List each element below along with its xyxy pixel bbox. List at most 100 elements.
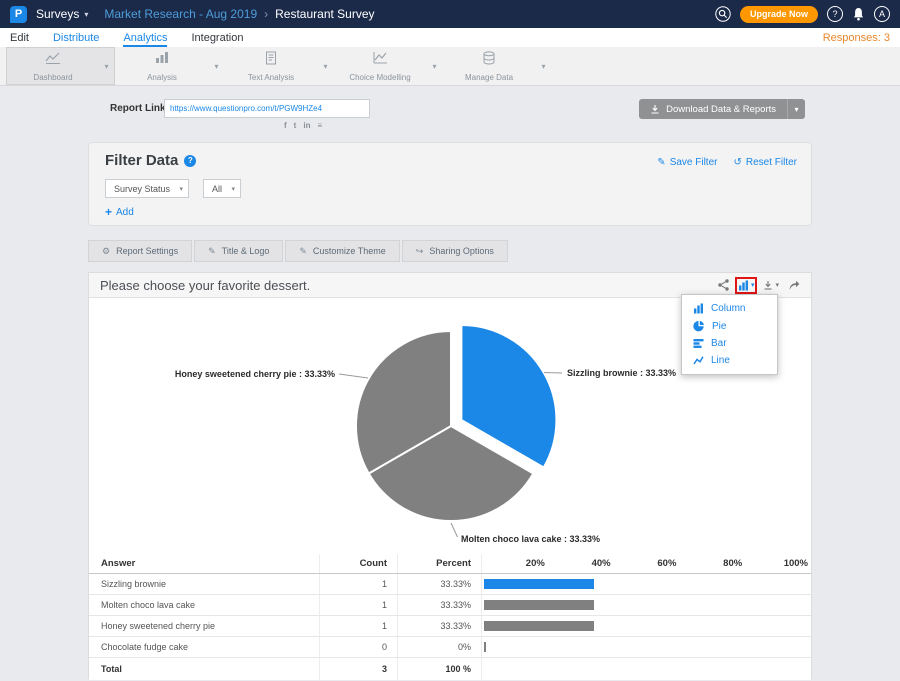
breadcrumb-project-link[interactable]: Market Research - Aug 2019 [104,7,257,21]
menu-item-line[interactable]: Line [682,352,777,369]
breadcrumb: Market Research - Aug 2019 › Restaurant … [104,7,374,21]
filter-title: Filter Data ? [105,152,196,169]
bell-icon[interactable] [852,7,865,21]
tab-sharing-options-label: Sharing Options [429,246,494,256]
manage-data-dropdown-icon[interactable]: ▾ [536,47,551,85]
pencil-icon: ✎ [299,246,307,257]
download-dropdown-icon[interactable]: ▾ [787,99,805,119]
table-row: Sizzling brownie 1 33.33% [89,574,811,595]
dashboard-label: Dashboard [33,73,72,82]
menu-item-column-label: Column [711,303,745,314]
linkedin-icon[interactable]: in [303,121,310,130]
tab-customize-theme[interactable]: ✎ Customize Theme [285,240,399,262]
table-total-row: Total 3 100 % [89,658,811,680]
results-table: Answer Count Percent 20% 40% 60% 80% 100… [89,554,811,680]
analysis-label: Analysis [147,73,177,82]
toolbar-choice-modelling[interactable]: Choice Modelling ▾ [333,47,442,85]
answer-cell: Chocolate fudge cake [89,637,319,657]
download-icon [650,104,660,115]
choice-modelling-icon [372,51,388,70]
app-screen: P Surveys ▾ Market Research - Aug 2019 ›… [0,0,900,681]
tab-title-logo[interactable]: ✎ Title & Logo [194,240,283,262]
leader-line [339,374,368,378]
survey-status-value: Survey Status [114,184,170,194]
forward-share-icon[interactable] [788,280,800,291]
menu-item-pie[interactable]: Pie [682,317,777,335]
header-percent: Percent [397,554,481,573]
share-alt-icon[interactable] [718,279,729,291]
percent-cell: 33.33% [397,616,481,636]
tab-title-logo-label: Title & Logo [222,246,270,256]
text-analysis-label: Text Analysis [248,73,294,82]
reset-filter-link[interactable]: ↺ Reset Filter [733,157,797,168]
nav-distribute[interactable]: Distribute [53,28,99,47]
filter-panel: Filter Data ? ✎ Save Filter ↺ Reset Filt… [88,142,812,226]
tab-report-settings[interactable]: ⚙ Report Settings [88,240,192,262]
nav-edit[interactable]: Edit [10,28,29,47]
survey-status-select[interactable]: Survey Status ▾ [105,179,189,198]
tab-report-settings-label: Report Settings [116,246,178,256]
toolbar-analysis[interactable]: Analysis ▾ [115,47,224,85]
count-cell: 1 [319,616,397,636]
chevron-down-icon: ▾ [775,281,779,289]
help-icon[interactable]: ? [827,6,843,22]
chevron-down-icon: ▾ [751,281,755,289]
chevron-down-icon: ▾ [84,10,88,19]
leader-line [451,523,458,537]
analysis-icon [154,51,170,70]
total-count: 3 [319,658,397,680]
toolbar-manage-data[interactable]: Manage Data ▾ [442,47,551,85]
total-label: Total [89,658,319,680]
count-cell: 1 [319,574,397,594]
nav-integration[interactable]: Integration [191,28,243,47]
answer-bar [484,642,486,652]
report-link-row: Report Link f t in ≡ Download Data & Rep… [88,97,812,137]
chart-type-button[interactable]: ▾ [738,280,755,291]
bar-chart-icon [738,280,749,291]
filter-value: All [212,184,222,194]
pencil-icon: ✎ [208,246,216,257]
menu-item-bar-label: Bar [711,338,727,349]
download-data-reports-button[interactable]: Download Data & Reports ▾ [639,99,805,119]
menu-item-column[interactable]: Column [682,300,777,317]
text-analysis-dropdown-icon[interactable]: ▾ [318,47,333,85]
save-filter-link[interactable]: ✎ Save Filter [657,157,717,168]
questionpro-logo[interactable]: P [10,6,27,23]
bar-scale: 20% 40% 60% 80% 100% [481,554,811,573]
report-link-label: Report Link [110,103,166,114]
upgrade-button[interactable]: Upgrade Now [740,6,818,23]
report-link-input[interactable] [164,99,370,118]
nav-analytics[interactable]: Analytics [123,28,167,47]
search-icon[interactable] [715,6,731,22]
analysis-dropdown-icon[interactable]: ▾ [209,47,224,85]
embed-icon[interactable]: ≡ [317,121,322,130]
user-avatar[interactable]: A [874,6,890,22]
answer-bar [484,621,594,631]
menu-item-line-label: Line [711,355,730,366]
toolbar-dashboard[interactable]: Dashboard ▾ [6,47,115,85]
answer-cell: Honey sweetened cherry pie [89,616,319,636]
answer-cell: Sizzling brownie [89,574,319,594]
filter-help-icon[interactable]: ? [184,155,196,167]
pie-label-honey-sweetened-cherry-pie: Honey sweetened cherry pie : 33.33% [175,369,335,379]
toolbar-text-analysis[interactable]: Text Analysis ▾ [224,47,333,85]
manage-data-label: Manage Data [465,73,513,82]
add-filter-label: Add [116,207,134,218]
count-cell: 1 [319,595,397,615]
manage-data-icon [482,51,496,70]
responses-count[interactable]: Responses: 3 [823,28,890,47]
analytics-toolbar: Dashboard ▾ Analysis ▾ Text Analysis ▾ C… [0,47,900,86]
twitter-icon[interactable]: t [294,121,297,130]
breadcrumb-survey: Restaurant Survey [275,7,374,21]
tab-sharing-options[interactable]: ↪ Sharing Options [402,240,508,262]
download-chart-button[interactable]: ▾ [763,280,779,291]
dashboard-dropdown-icon[interactable]: ▾ [99,48,114,84]
download-icon [763,280,773,291]
facebook-icon[interactable]: f [284,121,287,130]
choice-modelling-dropdown-icon[interactable]: ▾ [427,47,442,85]
add-filter-link[interactable]: + Add [105,205,134,219]
menu-item-pie-label: Pie [712,321,726,332]
surveys-menu[interactable]: Surveys ▾ [36,7,88,21]
menu-item-bar[interactable]: Bar [682,335,777,352]
filter-value-select[interactable]: All ▾ [203,179,241,198]
